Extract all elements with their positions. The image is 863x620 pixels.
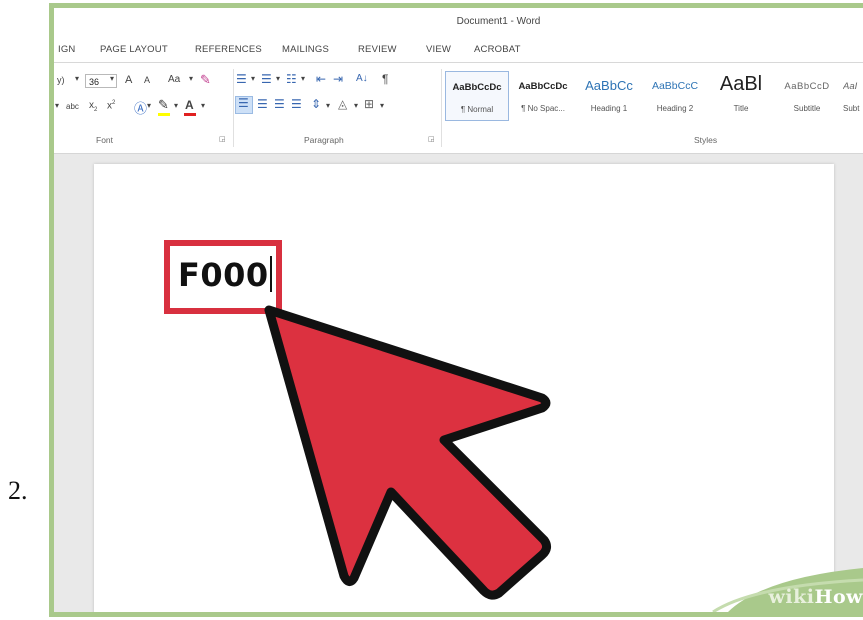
wikihow-watermark: wikiHow — [683, 548, 863, 612]
pointer-arrow-icon — [264, 305, 552, 600]
watermark-wiki: wiki — [768, 586, 815, 608]
step-number: 2. — [8, 476, 28, 505]
watermark-text: wikiHow — [769, 586, 863, 608]
word-window: Document1 - Word IGN PAGE LAYOUT REFEREN… — [54, 8, 863, 612]
screenshot-frame: Document1 - Word IGN PAGE LAYOUT REFEREN… — [49, 3, 863, 617]
watermark-how: How — [814, 586, 863, 608]
arrow-shape — [264, 305, 552, 600]
